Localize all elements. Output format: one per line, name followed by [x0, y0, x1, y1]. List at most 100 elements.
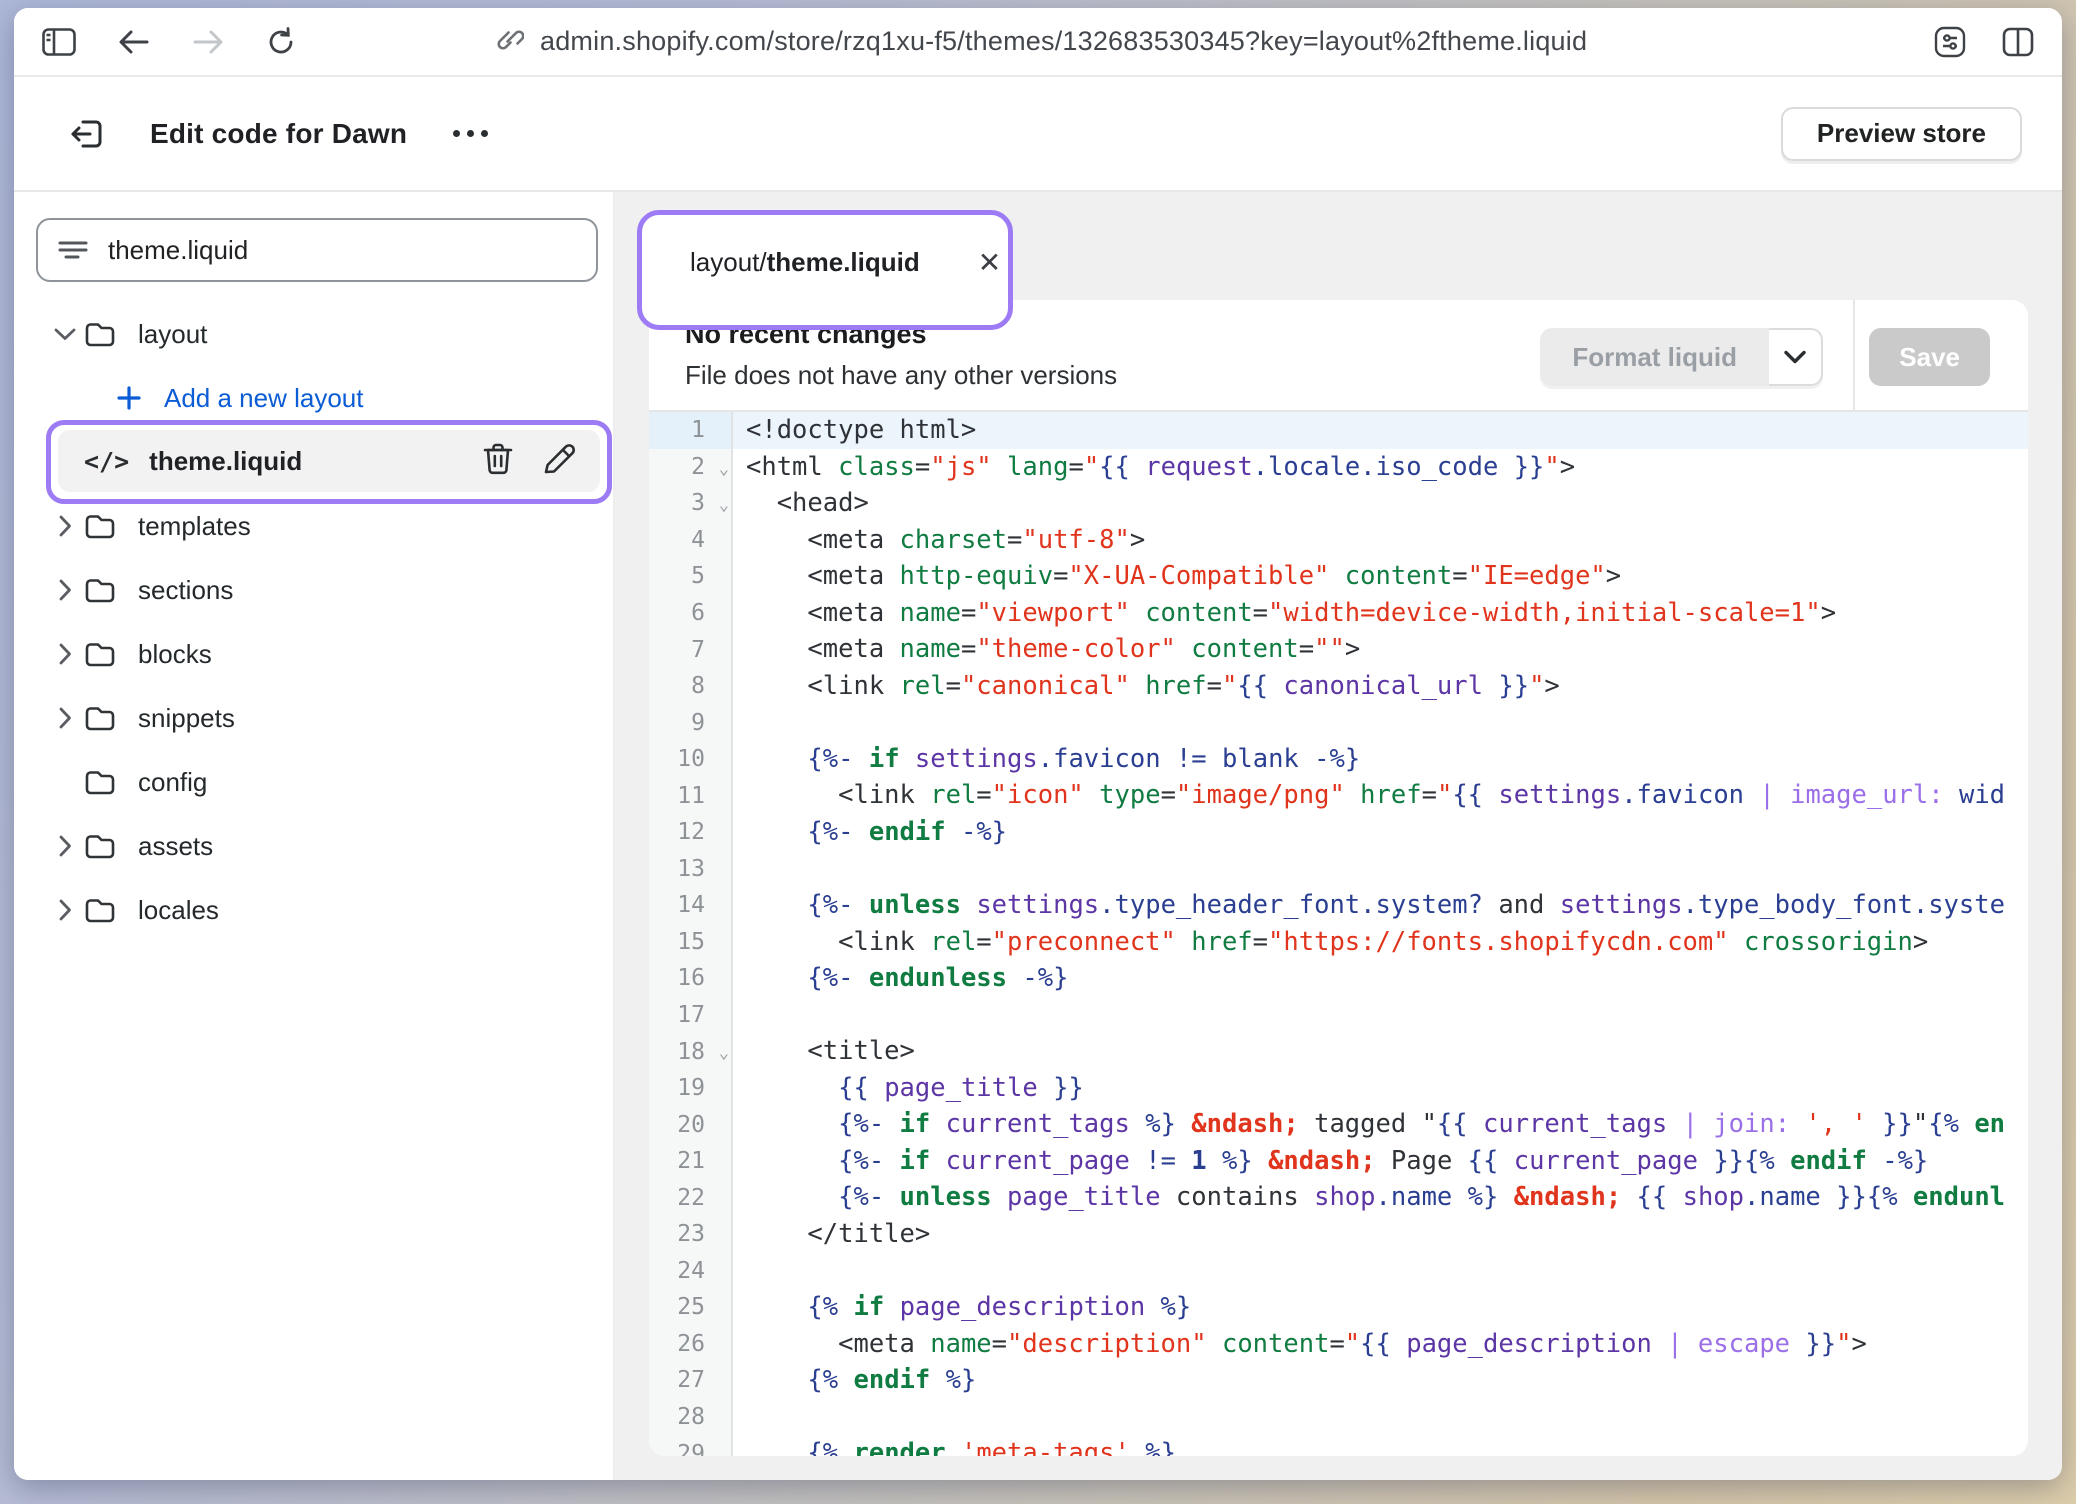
reload-icon[interactable] [266, 27, 296, 57]
sidebar-item-assets[interactable]: assets [14, 814, 613, 878]
chevron-right-icon[interactable] [50, 835, 80, 857]
code-line[interactable]: 11 <link rel="icon" type="image/png" hre… [649, 777, 2028, 814]
code-line[interactable]: 16 {%- endunless -%} [649, 960, 2028, 997]
fold-toggle-icon[interactable]: ⌄ [719, 459, 729, 479]
code-line[interactable]: 10 {%- if settings.favicon != blank -%} [649, 741, 2028, 778]
tab-theme-liquid[interactable]: layout/theme.liquid ✕ [642, 215, 1008, 278]
preview-store-button[interactable]: Preview store [1781, 107, 2022, 161]
line-number: 5 [649, 558, 733, 595]
line-number: 26 [649, 1326, 733, 1363]
format-liquid-dropdown[interactable] [1769, 328, 1823, 386]
rename-file-icon[interactable] [542, 442, 576, 481]
url-text[interactable]: admin.shopify.com/store/rzq1xu-f5/themes… [540, 26, 1587, 57]
code-line[interactable]: 24 [649, 1253, 2028, 1290]
code-line[interactable]: 18⌄ <title> [649, 1033, 2028, 1070]
forward-icon[interactable] [192, 29, 224, 55]
line-number: 21 [649, 1143, 733, 1180]
code-line[interactable]: 23 </title> [649, 1216, 2028, 1253]
search-value: theme.liquid [108, 235, 248, 266]
code-line-text: {% endif %} [733, 1362, 976, 1399]
sidebar-item-label: layout [138, 319, 207, 350]
code-line[interactable]: 15 <link rel="preconnect" href="https://… [649, 924, 2028, 961]
code-line[interactable]: 1<!doctype html> [649, 412, 2028, 449]
code-line[interactable]: 28 [649, 1399, 2028, 1436]
chevron-right-icon[interactable] [50, 643, 80, 665]
more-actions-icon[interactable] [453, 130, 488, 137]
code-line[interactable]: 27 {% endif %} [649, 1362, 2028, 1399]
line-number: 10 [649, 741, 733, 778]
sidebar-item-layout[interactable]: layout [14, 302, 613, 366]
line-number: 8 [649, 668, 733, 705]
code-file-icon: </> [84, 447, 129, 476]
code-line[interactable]: 2⌄<html class="js" lang="{{ request.loca… [649, 449, 2028, 486]
sidebar-item-label: templates [138, 511, 251, 542]
sidebar-item-label: blocks [138, 639, 212, 670]
code-line[interactable]: 20 {%- if current_tags %} &ndash; tagged… [649, 1106, 2028, 1143]
code-line[interactable]: 26 <meta name="description" content="{{ … [649, 1326, 2028, 1363]
chevron-down-icon[interactable] [50, 327, 80, 341]
code-line-text: <link rel="icon" type="image/png" href="… [733, 777, 2005, 814]
sidebar-toggle-icon[interactable] [42, 28, 76, 56]
code-line[interactable]: 4 <meta charset="utf-8"> [649, 522, 2028, 559]
line-number: 28 [649, 1399, 733, 1436]
file-search-input[interactable]: theme.liquid [36, 218, 598, 282]
tab-close-icon[interactable]: ✕ [978, 249, 1001, 277]
chevron-right-icon[interactable] [50, 515, 80, 537]
file-tree-sidebar: theme.liquid layout Add a new layout</>th… [14, 192, 615, 1480]
code-line-text [733, 997, 746, 1034]
sidebar-item-label: locales [138, 895, 219, 926]
page-settings-icon[interactable] [1934, 26, 1966, 58]
code-line[interactable]: 13 [649, 851, 2028, 888]
code-line[interactable]: 22 {%- unless page_title contains shop.n… [649, 1179, 2028, 1216]
format-liquid-button[interactable]: Format liquid [1540, 328, 1769, 386]
line-number: 4 [649, 522, 733, 559]
code-line[interactable]: 25 {% if page_description %} [649, 1289, 2028, 1326]
save-button[interactable]: Save [1869, 328, 1990, 386]
exit-editor-icon[interactable] [68, 115, 106, 153]
sidebar-item-blocks[interactable]: blocks [14, 622, 613, 686]
code-line[interactable]: 12 {%- endif -%} [649, 814, 2028, 851]
sidebar-item-theme-liquid[interactable]: </>theme.liquid [58, 430, 600, 492]
code-line[interactable]: 21 {%- if current_page != 1 %} &ndash; P… [649, 1143, 2028, 1180]
code-line[interactable]: 19 {{ page_title }} [649, 1070, 2028, 1107]
chevron-right-icon[interactable] [50, 579, 80, 601]
fold-toggle-icon[interactable]: ⌄ [719, 495, 729, 515]
split-view-icon[interactable] [2002, 27, 2034, 57]
line-number: 27 [649, 1362, 733, 1399]
back-icon[interactable] [118, 29, 150, 55]
line-number: 7 [649, 631, 733, 668]
fold-toggle-icon[interactable]: ⌄ [719, 1043, 729, 1063]
sidebar-item-label: config [138, 767, 207, 798]
code-line-text: </title> [733, 1216, 930, 1253]
code-editor[interactable]: 1<!doctype html>2⌄<html class="js" lang=… [649, 412, 2028, 1456]
editor-panel: layout/theme.liquid ✕ No recent changes … [615, 192, 2062, 1480]
sidebar-item-add-a-new-layout[interactable]: Add a new layout [14, 366, 613, 430]
line-number: 6 [649, 595, 733, 632]
sidebar-item-snippets[interactable]: snippets [14, 686, 613, 750]
line-number: 20 [649, 1106, 733, 1143]
code-line[interactable]: 7 <meta name="theme-color" content=""> [649, 631, 2028, 668]
code-line[interactable]: 14 {%- unless settings.type_header_font.… [649, 887, 2028, 924]
code-line[interactable]: 3⌄ <head> [649, 485, 2028, 522]
code-line[interactable]: 6 <meta name="viewport" content="width=d… [649, 595, 2028, 632]
line-number: 24 [649, 1253, 733, 1290]
delete-file-icon[interactable] [482, 442, 514, 481]
code-line[interactable]: 29 {% render 'meta-tags' %} [649, 1435, 2028, 1456]
line-number: 23 [649, 1216, 733, 1253]
sidebar-item-locales[interactable]: locales [14, 878, 613, 942]
sidebar-item-sections[interactable]: sections [14, 558, 613, 622]
code-line[interactable]: 5 <meta http-equiv="X-UA-Compatible" con… [649, 558, 2028, 595]
code-line-text: <meta http-equiv="X-UA-Compatible" conte… [733, 558, 1621, 595]
line-number: 15 [649, 924, 733, 961]
code-line[interactable]: 8 <link rel="canonical" href="{{ canonic… [649, 668, 2028, 705]
line-number: 18⌄ [649, 1033, 733, 1070]
code-line[interactable]: 17 [649, 997, 2028, 1034]
chevron-right-icon[interactable] [50, 899, 80, 921]
sidebar-item-templates[interactable]: templates [14, 494, 613, 558]
chevron-right-icon[interactable] [50, 707, 80, 729]
folder-icon [84, 832, 116, 860]
tab-path-prefix: layout/ [690, 247, 767, 278]
code-line[interactable]: 9 [649, 704, 2028, 741]
code-line-text: {%- if settings.favicon != blank -%} [733, 741, 1360, 778]
sidebar-item-config[interactable]: config [14, 750, 613, 814]
